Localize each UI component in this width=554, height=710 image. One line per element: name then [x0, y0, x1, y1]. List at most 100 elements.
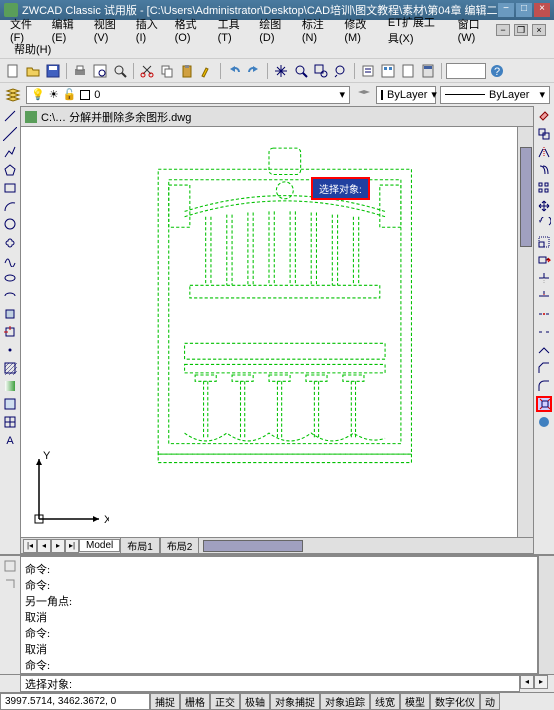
- tab-last-button[interactable]: ▸|: [65, 539, 79, 553]
- tab-next-button[interactable]: ▸: [51, 539, 65, 553]
- undo-button[interactable]: [225, 62, 243, 80]
- tool-palettes-button[interactable]: [399, 62, 417, 80]
- trim-tool[interactable]: [536, 270, 552, 286]
- command-scrollbar[interactable]: [538, 556, 554, 674]
- selection-tooltip: 选择对象:: [311, 177, 370, 200]
- zoom-window-button[interactable]: [312, 62, 330, 80]
- save-button[interactable]: [44, 62, 62, 80]
- mtext-tool[interactable]: A: [2, 432, 18, 448]
- pan-button[interactable]: [272, 62, 290, 80]
- open-button[interactable]: [24, 62, 42, 80]
- find-button[interactable]: [111, 62, 129, 80]
- command-search-input[interactable]: [446, 63, 486, 79]
- document-tab[interactable]: C:\… 分解并删除多余图形.dwg: [21, 107, 533, 127]
- hatch-tool[interactable]: [2, 360, 18, 376]
- explode-tool[interactable]: [536, 396, 552, 412]
- menu-draw[interactable]: 绘图(D): [253, 14, 294, 46]
- menu-view[interactable]: 视图(V): [88, 14, 128, 46]
- child-close-button[interactable]: ×: [532, 24, 546, 36]
- revcloud-tool[interactable]: [2, 234, 18, 250]
- circle-tool[interactable]: [2, 216, 18, 232]
- layer-previous-button[interactable]: [354, 86, 372, 104]
- menu-format[interactable]: 格式(O): [169, 14, 210, 46]
- color-dropdown[interactable]: ByLayer ▾: [376, 86, 436, 104]
- fillet-tool[interactable]: [536, 378, 552, 394]
- menu-tools[interactable]: 工具(T): [212, 14, 252, 46]
- rotate-tool[interactable]: [536, 216, 552, 232]
- tab-first-button[interactable]: |◂: [23, 539, 37, 553]
- cmd-tool1[interactable]: [2, 558, 18, 574]
- chamfer-tool[interactable]: [536, 360, 552, 376]
- vertical-scrollbar[interactable]: [517, 127, 533, 537]
- svg-text:Y: Y: [43, 450, 51, 462]
- properties-button[interactable]: [359, 62, 377, 80]
- layout2-tab[interactable]: 布局2: [160, 537, 200, 554]
- xline-tool[interactable]: [2, 126, 18, 142]
- arc-tool[interactable]: [2, 198, 18, 214]
- array-tool[interactable]: [536, 180, 552, 196]
- layer-dropdown[interactable]: 💡 ☀ 🔓 0 ▾: [26, 86, 350, 104]
- rectangle-tool[interactable]: [2, 180, 18, 196]
- ellipse-tool[interactable]: [2, 270, 18, 286]
- menu-window[interactable]: 窗口(W): [452, 14, 494, 46]
- preview-button[interactable]: [91, 62, 109, 80]
- design-center-button[interactable]: [379, 62, 397, 80]
- polyline-tool[interactable]: [2, 144, 18, 160]
- modify-more-tool[interactable]: [536, 414, 552, 430]
- line-tool[interactable]: [2, 108, 18, 124]
- print-button[interactable]: [71, 62, 89, 80]
- redo-button[interactable]: [245, 62, 263, 80]
- erase-tool[interactable]: [536, 108, 552, 124]
- child-restore-button[interactable]: ❐: [514, 24, 528, 36]
- cmd-tool2[interactable]: [2, 576, 18, 592]
- paste-button[interactable]: [178, 62, 196, 80]
- child-minimize-button[interactable]: −: [496, 24, 510, 36]
- break-point-tool[interactable]: [536, 306, 552, 322]
- model-tab[interactable]: Model: [79, 539, 120, 552]
- block-insert-tool[interactable]: [2, 306, 18, 322]
- tab-prev-button[interactable]: ◂: [37, 539, 51, 553]
- ellipse-arc-tool[interactable]: [2, 288, 18, 304]
- menu-et-tools[interactable]: ET扩展工具(X): [382, 12, 450, 48]
- horizontal-scrollbar[interactable]: [201, 538, 533, 553]
- gradient-tool[interactable]: [2, 378, 18, 394]
- cmd-right-button[interactable]: ▸: [534, 675, 548, 689]
- table-tool[interactable]: [2, 414, 18, 430]
- match-button[interactable]: [198, 62, 216, 80]
- layer-manager-button[interactable]: [4, 86, 22, 104]
- calculator-button[interactable]: [419, 62, 437, 80]
- point-tool[interactable]: [2, 342, 18, 358]
- copy-tool[interactable]: [536, 126, 552, 142]
- copy-button[interactable]: [158, 62, 176, 80]
- join-tool[interactable]: [536, 342, 552, 358]
- menu-insert[interactable]: 插入(I): [130, 14, 167, 46]
- offset-tool[interactable]: [536, 162, 552, 178]
- cmd-left-button[interactable]: ◂: [520, 675, 534, 689]
- close-button[interactable]: ×: [534, 3, 550, 17]
- help-button[interactable]: ?: [488, 62, 506, 80]
- linetype-dropdown[interactable]: ByLayer ▾: [440, 86, 550, 104]
- new-button[interactable]: [4, 62, 22, 80]
- layout1-tab[interactable]: 布局1: [120, 537, 160, 554]
- region-tool[interactable]: [2, 396, 18, 412]
- cut-button[interactable]: [138, 62, 156, 80]
- mirror-tool[interactable]: [536, 144, 552, 160]
- command-input[interactable]: 选择对象:: [20, 675, 520, 692]
- maximize-button[interactable]: □: [516, 3, 532, 17]
- polygon-tool[interactable]: [2, 162, 18, 178]
- scale-tool[interactable]: [536, 234, 552, 250]
- minimize-button[interactable]: −: [498, 3, 514, 17]
- stretch-tool[interactable]: [536, 252, 552, 268]
- move-tool[interactable]: [536, 198, 552, 214]
- break-tool[interactable]: [536, 324, 552, 340]
- extend-tool[interactable]: [536, 288, 552, 304]
- spline-tool[interactable]: [2, 252, 18, 268]
- block-create-tool[interactable]: [2, 324, 18, 340]
- menu-dimension[interactable]: 标注(N): [296, 14, 337, 46]
- drawing-canvas[interactable]: 选择对象: 分解按钮 X Y: [21, 127, 517, 537]
- menu-help[interactable]: 帮助(H): [8, 39, 57, 59]
- menu-modify[interactable]: 修改(M): [338, 14, 380, 46]
- zoom-button[interactable]: [292, 62, 310, 80]
- zoom-previous-button[interactable]: [332, 62, 350, 80]
- svg-text:X: X: [104, 514, 109, 526]
